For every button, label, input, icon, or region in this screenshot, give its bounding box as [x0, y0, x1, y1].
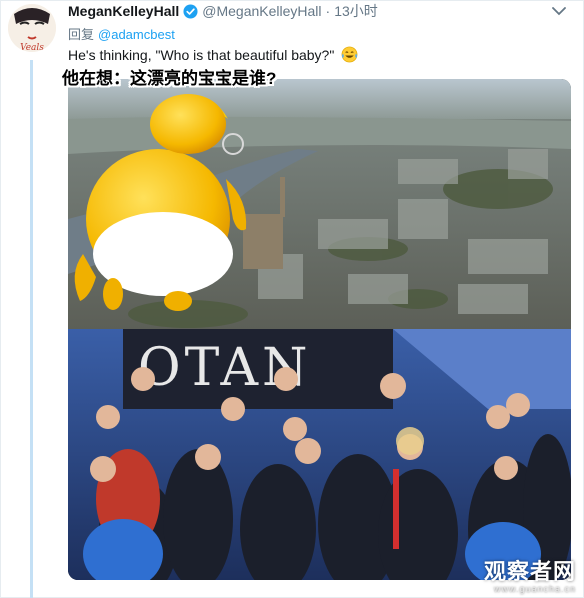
image-caption: 他在想：这漂亮的宝宝是谁? — [62, 69, 277, 88]
aerial-photo — [68, 79, 571, 329]
summit-photo: OTAN — [68, 329, 571, 580]
handle[interactable]: @MeganKelleyHall — [202, 3, 321, 19]
tweet-header: MeganKelleyHall @MeganKelleyHall · 13小时 — [68, 2, 378, 20]
tweet-text: He's thinking, "Who is that beautiful ba… — [68, 46, 358, 63]
display-name[interactable]: MeganKelleyHall — [68, 3, 179, 19]
tweet-body: He's thinking, "Who is that beautiful ba… — [68, 47, 335, 63]
reply-mention-link[interactable]: @adamcbest — [98, 27, 175, 42]
thread-line — [30, 60, 33, 598]
timestamp[interactable]: 13小时 — [334, 1, 378, 21]
separator: · — [325, 3, 331, 19]
face-with-tears-of-joy-icon — [341, 46, 358, 63]
chevron-down-icon[interactable] — [552, 6, 566, 16]
tweet-media-image[interactable]: OTAN — [68, 79, 571, 580]
reply-prefix: 回复 — [68, 27, 95, 42]
verified-badge-icon — [183, 3, 198, 19]
watermark: 观察者网 www.guancha.cn — [484, 560, 576, 594]
reply-context: 回复 @adamcbest — [68, 24, 175, 43]
watermark-url: www.guancha.cn — [493, 584, 576, 594]
avatar[interactable]: Veals — [8, 4, 56, 52]
watermark-main: 观察者网 — [483, 559, 576, 585]
